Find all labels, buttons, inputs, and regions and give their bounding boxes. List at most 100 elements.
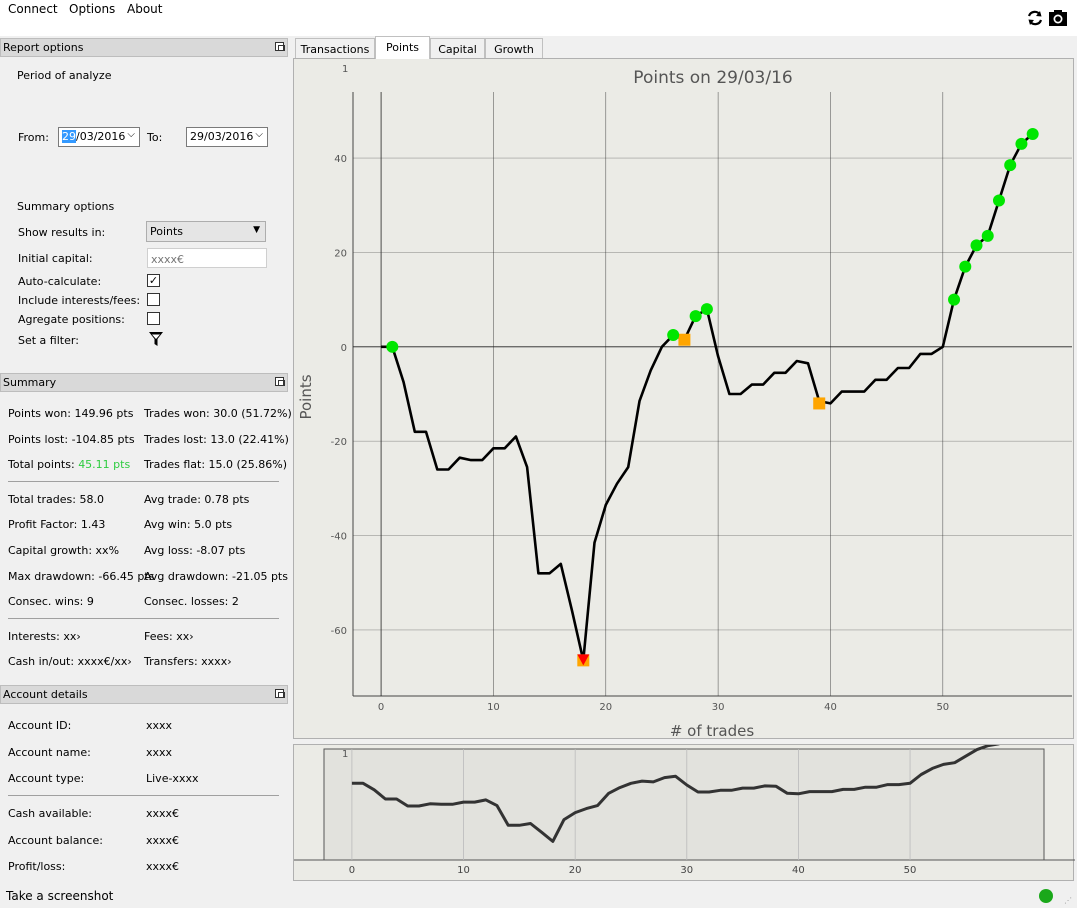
- consec-losses: Consec. losses: 2: [144, 595, 239, 608]
- summary-options-label: Summary options: [17, 200, 115, 213]
- camera-icon[interactable]: [1048, 8, 1068, 28]
- from-label: From:: [18, 131, 49, 144]
- resize-grip-icon[interactable]: ⋰: [1064, 896, 1072, 905]
- to-date-value: 29/03/2016: [190, 130, 254, 143]
- overview-x-tick-label: 30: [680, 865, 693, 876]
- cash-in-out: Cash in/out: xxxx€/xx›: [8, 655, 132, 668]
- include-interests-checkbox[interactable]: [147, 293, 160, 306]
- fees: Fees: xx›: [144, 630, 194, 643]
- overview-chart[interactable]: 0 10 20 30 40 50 1: [294, 742, 1075, 882]
- to-label: To:: [147, 131, 163, 144]
- winning-trade-marker: [1004, 159, 1017, 172]
- total-points-value: 45.11 pts: [78, 458, 131, 471]
- y-tick-label: -60: [331, 626, 347, 637]
- account-balance-label: Account balance:: [8, 834, 103, 847]
- account-id-label: Account ID:: [8, 719, 72, 732]
- y-tick-label: 0: [341, 343, 347, 354]
- report-options-title-bar[interactable]: Report options: [0, 38, 288, 57]
- menu-about[interactable]: About: [127, 2, 162, 16]
- tab-points[interactable]: Points: [375, 36, 430, 59]
- x-tick-label: 0: [378, 702, 384, 713]
- float-icon[interactable]: [275, 689, 285, 698]
- to-date-field[interactable]: 29/03/2016 ⌵: [186, 127, 268, 147]
- left-panel: Report options Period of analyze From: 2…: [0, 38, 292, 883]
- refresh-icon[interactable]: [1025, 8, 1045, 28]
- account-title-bar[interactable]: Account details: [0, 685, 288, 704]
- account-type-label: Account type:: [8, 772, 85, 785]
- overview-x-tick-label: 20: [569, 865, 582, 876]
- agregate-checkbox[interactable]: [147, 312, 160, 325]
- corner-tick-label: 1: [342, 749, 348, 760]
- float-icon[interactable]: [275, 42, 285, 51]
- account-balance-value: xxxx€: [146, 834, 180, 847]
- divider: [8, 618, 279, 619]
- total-points: Total points: 45.11 pts: [8, 458, 130, 471]
- show-results-value: Points: [150, 225, 184, 238]
- transfers: Transfers: xxxx›: [144, 655, 232, 668]
- from-date-day: 29: [62, 130, 76, 143]
- status-text: Take a screenshot: [6, 889, 114, 903]
- account-name-value: xxxx: [146, 746, 173, 759]
- overview-x-tick-label: 10: [457, 865, 470, 876]
- winning-trade-marker: [981, 229, 994, 242]
- cash-available-label: Cash available:: [8, 807, 92, 820]
- account-id-value: xxxx: [146, 719, 173, 732]
- overview-x-tick-label: 40: [792, 865, 805, 876]
- filter-icon[interactable]: [148, 331, 164, 347]
- overview-chart-panel: 0 10 20 30 40 50 1: [293, 742, 1075, 882]
- summary-title: Summary: [3, 376, 57, 389]
- connection-status-indicator: [1039, 889, 1053, 903]
- x-tick-label: 40: [824, 702, 837, 713]
- include-interests-label: Include interests/fees:: [18, 294, 141, 307]
- agregate-label: Agregate positions:: [18, 313, 125, 326]
- report-options-title: Report options: [3, 41, 84, 54]
- profit-factor: Profit Factor: 1.43: [8, 518, 106, 531]
- initial-capital-input[interactable]: [147, 248, 267, 268]
- trades-won: Trades won: 30.0 (51.72%): [144, 407, 292, 420]
- flat-trade-marker: [678, 333, 691, 346]
- total-points-label: Total points:: [8, 458, 75, 471]
- max-drawdown: Max drawdown: -66.45 pts: [8, 570, 155, 583]
- menu-bar: Connect Options About: [0, 0, 1077, 36]
- tab-growth[interactable]: Growth: [485, 38, 543, 59]
- points-lost: Points lost: -104.85 pts: [8, 433, 135, 446]
- winning-trade-marker: [970, 239, 983, 252]
- flat-trade-marker: [813, 397, 826, 410]
- winning-trade-marker: [992, 194, 1005, 207]
- profit-loss-value: xxxx€: [146, 860, 180, 873]
- y-tick-label: 40: [334, 154, 347, 165]
- show-results-select[interactable]: Points ▼: [146, 221, 266, 242]
- account-type-value: Live-xxxx: [146, 772, 199, 785]
- interests: Interests: xx›: [8, 630, 81, 643]
- avg-drawdown: Avg drawdown: -21.05 pts: [144, 570, 288, 583]
- winning-trade-marker: [386, 340, 399, 353]
- x-tick-label: 30: [712, 702, 725, 713]
- menu-connect[interactable]: Connect: [8, 2, 58, 16]
- chart-title: Points on 29/03/16: [633, 68, 792, 88]
- chevron-down-icon: ⌵: [255, 129, 263, 140]
- dropdown-arrow-icon: ▼: [253, 225, 260, 235]
- summary-title-bar[interactable]: Summary: [0, 373, 288, 392]
- capital-growth: Capital growth: xx%: [8, 544, 120, 557]
- x-axis-label: # of trades: [670, 722, 755, 740]
- auto-calculate-checkbox[interactable]: ✓: [147, 274, 160, 287]
- initial-capital-label: Initial capital:: [18, 252, 93, 265]
- winning-trade-marker: [700, 303, 713, 316]
- float-icon[interactable]: [275, 377, 285, 386]
- corner-tick-label: 1: [342, 64, 348, 75]
- points-chart-panel: 0 10 20 30 40 50 -60 -40 -20 0 20 40 Points on 29/0…: [293, 58, 1075, 740]
- from-date-field[interactable]: 29/03/2016 ⌵: [58, 127, 140, 147]
- chevron-down-icon: ⌵: [127, 129, 135, 140]
- tab-transactions[interactable]: Transactions: [295, 38, 375, 59]
- account-title: Account details: [3, 688, 88, 701]
- x-tick-label: 10: [487, 702, 500, 713]
- points-chart[interactable]: 0 10 20 30 40 50 -60 -40 -20 0 20 40 Points on 29/0…: [294, 59, 1075, 740]
- trades-flat: Trades flat: 15.0 (25.86%): [144, 458, 288, 471]
- tab-capital[interactable]: Capital: [430, 38, 485, 59]
- menu-options[interactable]: Options: [69, 2, 115, 16]
- avg-win: Avg win: 5.0 pts: [144, 518, 233, 531]
- winning-trade-marker: [948, 293, 961, 306]
- points-series-line: [381, 132, 1034, 662]
- trades-lost: Trades lost: 13.0 (22.41%): [144, 433, 289, 446]
- overview-x-tick-label: 0: [349, 865, 355, 876]
